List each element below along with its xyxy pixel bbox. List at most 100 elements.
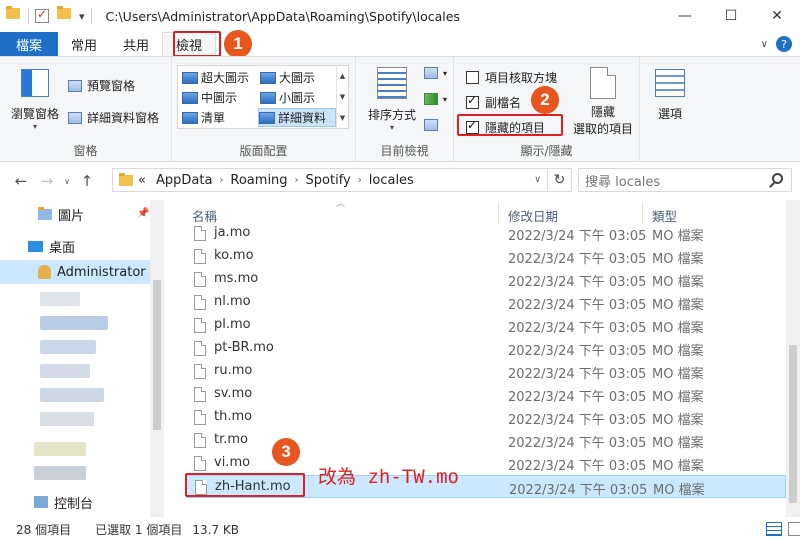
details-pane-button[interactable]: 詳細資料窗格 [68,109,159,126]
breadcrumb-locales[interactable]: locales [364,173,419,188]
address-dropdown-icon[interactable]: ∨ [534,175,541,185]
file-row[interactable]: th.mo 2022/3/24 下午 03:05 MO 檔案 [186,406,786,429]
address-bar[interactable]: « AppData › Roaming › Spotify › locales … [112,168,572,192]
expand-icon[interactable]: ▼ [340,114,345,122]
column-separator[interactable] [642,202,643,224]
status-item-count: 28 個項目 [16,523,72,537]
file-extensions-toggle[interactable]: 副檔名 [466,93,521,111]
pin-icon[interactable]: 📌 [137,208,149,219]
group-label-show-hide: 顯示/隱藏 [520,144,573,158]
minimize-button[interactable]: — [662,0,708,32]
refresh-button[interactable]: ↻ [547,169,571,191]
add-columns-button[interactable]: ▾ [424,93,447,105]
nav-scrollbar[interactable] [150,200,164,517]
file-list-scroll-thumb[interactable] [789,345,797,503]
file-row[interactable]: ja.mo 2022/3/24 下午 03:05 MO 檔案 [186,222,786,245]
file-row[interactable]: ms.mo 2022/3/24 下午 03:05 MO 檔案 [186,268,786,291]
file-row[interactable]: pl.mo 2022/3/24 下午 03:05 MO 檔案 [186,314,786,337]
tab-home[interactable]: 常用 [58,32,110,56]
tab-file[interactable]: 檔案 [0,32,59,56]
file-type: MO 檔案 [653,483,705,498]
group-current-view: 排序方式 ▾ ▾ ▾ 目前檢視 [356,57,454,163]
layout-extra-large[interactable]: 超大圖示 [182,69,249,86]
sort-by-label: 排序方式 [367,108,416,122]
search-input[interactable]: 搜尋 locales [578,168,792,192]
hide-selected-button[interactable]: 隱藏 選取的項目 [566,67,640,137]
breadcrumb-overflow[interactable]: « [133,173,151,188]
item-checkboxes-toggle[interactable]: 項目核取方塊 [466,69,557,86]
details-view-icon[interactable] [766,522,782,536]
new-folder-icon[interactable] [57,6,73,24]
layout-small[interactable]: 小圖示 [260,89,315,106]
back-button[interactable]: ← [8,168,34,194]
sort-by-button[interactable]: 排序方式 ▾ [362,67,422,132]
hidden-items-checkbox[interactable] [466,118,479,134]
column-separator[interactable] [498,202,499,224]
tab-share[interactable]: 共用 [110,32,162,56]
file-name: th.mo [214,409,253,424]
file-row[interactable]: sv.mo 2022/3/24 下午 03:05 MO 檔案 [186,383,786,406]
layout-medium-label: 中圖示 [201,91,238,105]
chevron-right-icon[interactable]: › [217,175,225,186]
breadcrumb-spotify[interactable]: Spotify [301,173,356,188]
file-date: 2022/3/24 下午 03:05 [508,413,647,428]
hide-selected-icon [590,67,616,99]
file-list: ︿ 名稱 修改日期 類型 ja.mo 2022/3/24 下午 03:05 MO… [176,199,800,517]
layout-large[interactable]: 大圖示 [260,69,315,86]
layout-details[interactable]: 詳細資料 [258,108,336,127]
maximize-button[interactable]: ☐ [708,0,754,32]
nav-pane-button[interactable]: 瀏覽窗格 ▾ [6,69,64,131]
details-icon [259,111,275,124]
tab-view[interactable]: 檢視 [162,32,217,56]
preview-pane-button[interactable]: 預覽窗格 [68,77,135,94]
chevron-right-icon[interactable]: › [356,175,364,186]
file-name: sv.mo [214,386,253,401]
chevron-down-icon[interactable]: ▼ [340,93,345,101]
file-list-scrollbar[interactable] [786,200,800,517]
file-row[interactable]: ru.mo 2022/3/24 下午 03:05 MO 檔案 [186,360,786,383]
medium-icons-icon [182,91,198,104]
layout-extra-large-label: 超大圖示 [201,71,250,85]
up-button[interactable]: ↑ [74,168,100,194]
chevron-right-icon[interactable]: › [293,175,301,186]
recent-dropdown[interactable]: ∨ [60,168,74,194]
file-row[interactable]: ko.mo 2022/3/24 下午 03:05 MO 檔案 [186,245,786,268]
layout-gallery: 超大圖示 大圖示 中圖示 小圖示 清單 詳細資料 ▲ ▼ ▼ [177,65,349,129]
redacted-item [34,442,86,456]
help-icon[interactable]: ? [776,36,792,52]
size-columns-button[interactable] [424,119,438,131]
file-row[interactable]: nl.mo 2022/3/24 下午 03:05 MO 檔案 [186,291,786,314]
nav-item-desktop[interactable]: 桌面 [28,234,75,258]
item-checkboxes-checkbox[interactable] [466,71,479,84]
nav-scroll-thumb[interactable] [153,280,161,430]
qa-dropdown-icon[interactable]: ▾ [79,10,85,23]
layout-medium[interactable]: 中圖示 [182,89,237,106]
close-button[interactable]: ✕ [754,0,800,32]
address-row: ← → ∨ ↑ « AppData › Roaming › Spotify › … [0,162,800,200]
layout-gallery-scroll[interactable]: ▲ ▼ ▼ [336,66,348,128]
separator [90,8,92,24]
layout-small-label: 小圖示 [279,91,316,105]
chevron-down-icon: ▾ [32,122,37,131]
file-icon [194,433,206,448]
breadcrumb-appdata[interactable]: AppData [151,173,217,188]
large-icons-view-icon[interactable] [788,522,800,536]
forward-button[interactable]: → [34,168,60,194]
file-row-selected[interactable]: zh-Hant.mo 2022/3/24 下午 03:05 MO 檔案 [186,475,786,498]
chevron-up-icon[interactable]: ▲ [340,72,345,80]
file-extensions-checkbox[interactable] [466,93,479,109]
properties-icon[interactable] [35,7,49,23]
file-date: 2022/3/24 下午 03:05 [509,483,648,498]
nav-item-partial[interactable]: 控制台 [34,490,93,514]
group-by-button[interactable]: ▾ [424,67,447,79]
nav-item-pictures[interactable]: 圖片 [38,202,84,226]
size-columns-icon [424,119,438,131]
preview-pane-label: 預覽窗格 [87,79,136,93]
layout-list[interactable]: 清單 [182,109,225,126]
hidden-items-toggle[interactable]: 隱藏的項目 [466,118,545,136]
chevron-down-icon[interactable]: ∨ [761,39,768,50]
file-row[interactable]: pt-BR.mo 2022/3/24 下午 03:05 MO 檔案 [186,337,786,360]
options-button[interactable]: 選項 [648,69,692,122]
breadcrumb-roaming[interactable]: Roaming [225,173,292,188]
nav-item-administrator[interactable]: Administrator [0,260,150,284]
